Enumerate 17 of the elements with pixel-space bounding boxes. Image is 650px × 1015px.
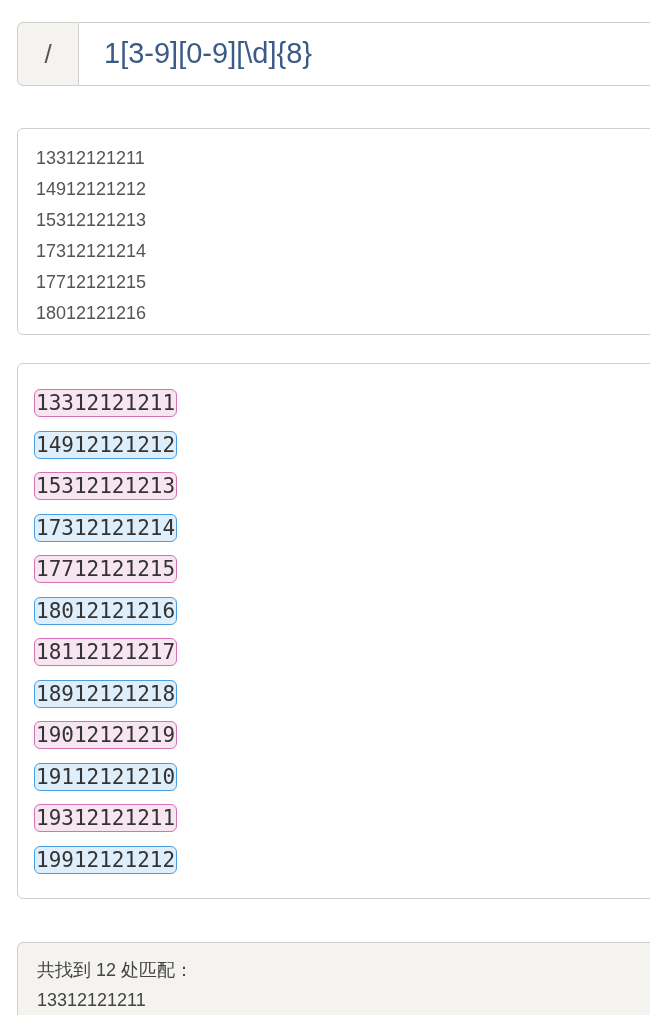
match-highlight: 19912121212 <box>34 845 178 874</box>
match-highlight: 14912121212 <box>34 430 178 459</box>
match-count-text: 共找到 12 处匹配： <box>37 959 194 982</box>
delimiter-label: / <box>17 22 79 86</box>
match-highlight: 18012121216 <box>34 596 178 625</box>
match-highlight: 19312121211 <box>34 804 178 832</box>
match-highlight: 19012121219 <box>34 721 178 749</box>
match-highlight: 15312121213 <box>34 472 178 500</box>
match-highlight: 13312121211 <box>34 389 178 417</box>
test-string-field[interactable]: 13312121211 14912121212 15312121213 17312121214 17712121215 18012121216 <box>17 128 650 335</box>
match-highlight: 17312121214 <box>34 513 178 542</box>
match-highlight: 18912121218 <box>34 679 178 708</box>
match-highlight: 18112121217 <box>34 638 178 666</box>
regex-field[interactable]: 1[3-9][0-9][\d]{8} <box>79 22 650 86</box>
match-highlight: 17712121215 <box>34 555 178 583</box>
match-highlight: 19112121210 <box>34 762 178 791</box>
match-result-text: 13312121211 <box>37 989 146 1012</box>
